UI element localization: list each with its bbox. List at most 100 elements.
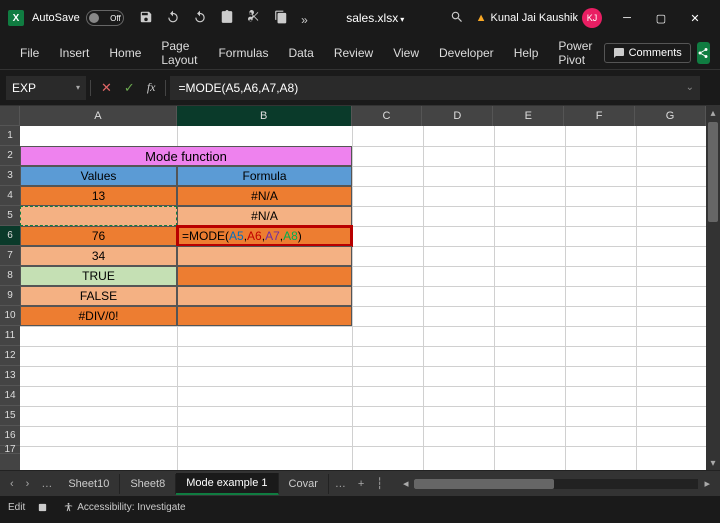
new-sheet-button[interactable]: + xyxy=(352,478,370,490)
row-header-10[interactable]: 10 xyxy=(0,306,20,326)
row-header-15[interactable]: 15 xyxy=(0,406,20,426)
tab-nav-prev[interactable]: ‹ xyxy=(4,478,20,490)
sheet-tab-3[interactable]: Covar xyxy=(279,474,329,494)
warning-icon[interactable]: ▲ xyxy=(476,12,487,24)
col-header-B[interactable]: B xyxy=(177,106,352,126)
vertical-scrollbar[interactable]: ▴ ▾ xyxy=(706,106,720,470)
cell-A9[interactable]: FALSE xyxy=(20,286,177,306)
tab-review[interactable]: Review xyxy=(324,40,383,66)
maximize-button[interactable]: ▢ xyxy=(646,4,676,32)
col-header-C[interactable]: C xyxy=(352,106,423,126)
col-header-F[interactable]: F xyxy=(564,106,635,126)
quick-access-toolbar: » xyxy=(134,10,313,27)
fx-icon[interactable]: fx xyxy=(147,80,156,95)
row-header-7[interactable]: 7 xyxy=(0,246,20,266)
formula-bar: EXP▾ ✕ ✓ fx =MODE(A5,A6,A7,A8) ⌄ xyxy=(0,70,720,106)
row-header-16[interactable]: 16 xyxy=(0,426,20,446)
save-icon[interactable] xyxy=(139,10,153,24)
tab-developer[interactable]: Developer xyxy=(429,40,504,66)
accessibility-status[interactable]: Accessibility: Investigate xyxy=(63,502,185,513)
comments-button[interactable]: Comments xyxy=(604,43,691,63)
cell-A6[interactable]: 76 xyxy=(20,226,177,246)
tab-file[interactable]: File xyxy=(10,40,49,66)
row-header-4[interactable]: 4 xyxy=(0,186,20,206)
user-account[interactable]: Kunal Jai Kaushik KJ xyxy=(491,8,602,28)
cell-A3[interactable]: Values xyxy=(20,166,177,186)
status-bar: Edit Accessibility: Investigate xyxy=(0,496,720,518)
row-header-11[interactable]: 11 xyxy=(0,326,20,346)
tab-home[interactable]: Home xyxy=(99,40,151,66)
row-header-13[interactable]: 13 xyxy=(0,366,20,386)
scroll-up-icon[interactable]: ▴ xyxy=(706,106,720,120)
row-header-17[interactable]: 17 xyxy=(0,446,20,454)
row-header-9[interactable]: 9 xyxy=(0,286,20,306)
cell-B6-editing[interactable]: =MODE(A5,A6,A7,A8) xyxy=(177,226,352,246)
search-icon[interactable] xyxy=(450,10,464,27)
close-button[interactable]: ✕ xyxy=(680,4,710,32)
cell-B5[interactable]: #N/A xyxy=(177,206,352,226)
sheet-tab-1[interactable]: Sheet8 xyxy=(120,474,176,494)
formula-input[interactable]: =MODE(A5,A6,A7,A8) ⌄ xyxy=(170,76,700,100)
cancel-icon[interactable]: ✕ xyxy=(101,80,112,96)
hscroll-left-icon[interactable]: ◂ xyxy=(397,477,415,490)
paste-icon[interactable] xyxy=(220,10,234,24)
status-macro-icon[interactable] xyxy=(37,502,51,513)
cell-A8[interactable]: TRUE xyxy=(20,266,177,286)
cell-B8[interactable] xyxy=(177,266,352,286)
cell-B3[interactable]: Formula xyxy=(177,166,352,186)
tab-data[interactable]: Data xyxy=(278,40,323,66)
row-header-14[interactable]: 14 xyxy=(0,386,20,406)
col-header-G[interactable]: G xyxy=(635,106,706,126)
cell-A5[interactable] xyxy=(20,206,177,226)
row-header-3[interactable]: 3 xyxy=(0,166,20,186)
col-header-A[interactable]: A xyxy=(20,106,177,126)
cell-A4[interactable]: 13 xyxy=(20,186,177,206)
name-box[interactable]: EXP▾ xyxy=(6,76,86,100)
row-header-8[interactable]: 8 xyxy=(0,266,20,286)
sheet-tab-2[interactable]: Mode example 1 xyxy=(176,473,278,495)
copy-icon[interactable] xyxy=(274,10,288,24)
select-all-corner[interactable] xyxy=(0,106,20,126)
cut-icon[interactable] xyxy=(247,10,261,24)
row-header-5[interactable]: 5 xyxy=(0,206,20,226)
tab-formulas[interactable]: Formulas xyxy=(208,40,278,66)
share-button[interactable] xyxy=(697,42,710,64)
qat-overflow-icon[interactable]: » xyxy=(301,13,308,27)
autosave-toggle[interactable]: Off xyxy=(86,10,124,26)
row-header-2[interactable]: 2 xyxy=(0,146,20,166)
cell-A10[interactable]: #DIV/0! xyxy=(20,306,177,326)
cell-B10[interactable] xyxy=(177,306,352,326)
col-header-E[interactable]: E xyxy=(493,106,564,126)
redo-icon[interactable] xyxy=(193,10,207,24)
minimize-button[interactable]: ─ xyxy=(612,4,642,32)
tab-power-pivot[interactable]: Power Pivot xyxy=(548,33,603,73)
scroll-thumb[interactable] xyxy=(708,122,718,222)
chevron-down-icon[interactable]: ▾ xyxy=(76,83,80,92)
tab-more-icon[interactable]: … xyxy=(329,478,352,490)
cell-B9[interactable] xyxy=(177,286,352,306)
expand-formula-icon[interactable]: ⌄ xyxy=(686,82,694,93)
sheet-tab-0[interactable]: Sheet10 xyxy=(58,474,120,494)
row-header-6[interactable]: 6 xyxy=(0,226,20,246)
tab-help[interactable]: Help xyxy=(504,40,549,66)
horizontal-scrollbar[interactable]: ◂ ▸ xyxy=(397,477,716,491)
hscroll-right-icon[interactable]: ▸ xyxy=(698,477,716,490)
scroll-down-icon[interactable]: ▾ xyxy=(706,456,720,470)
tab-overflow-icon[interactable]: … xyxy=(35,478,58,490)
cell-A7[interactable]: 34 xyxy=(20,246,177,266)
tab-nav-next[interactable]: › xyxy=(20,478,36,490)
cell-B7[interactable] xyxy=(177,246,352,266)
undo-icon[interactable] xyxy=(166,10,180,24)
filename[interactable]: sales.xlsx▾ xyxy=(313,11,438,25)
cell-B4[interactable]: #N/A xyxy=(177,186,352,206)
grid[interactable]: Mode function Values Formula 13 #N/A #N/… xyxy=(20,126,706,470)
tab-view[interactable]: View xyxy=(383,40,429,66)
row-header-1[interactable]: 1 xyxy=(0,126,20,146)
enter-icon[interactable]: ✓ xyxy=(124,80,135,96)
tab-insert[interactable]: Insert xyxy=(49,40,99,66)
cell-title[interactable]: Mode function xyxy=(20,146,352,166)
tab-page-layout[interactable]: Page Layout xyxy=(151,33,208,73)
col-header-D[interactable]: D xyxy=(422,106,493,126)
hscroll-thumb[interactable] xyxy=(414,479,554,489)
row-header-12[interactable]: 12 xyxy=(0,346,20,366)
